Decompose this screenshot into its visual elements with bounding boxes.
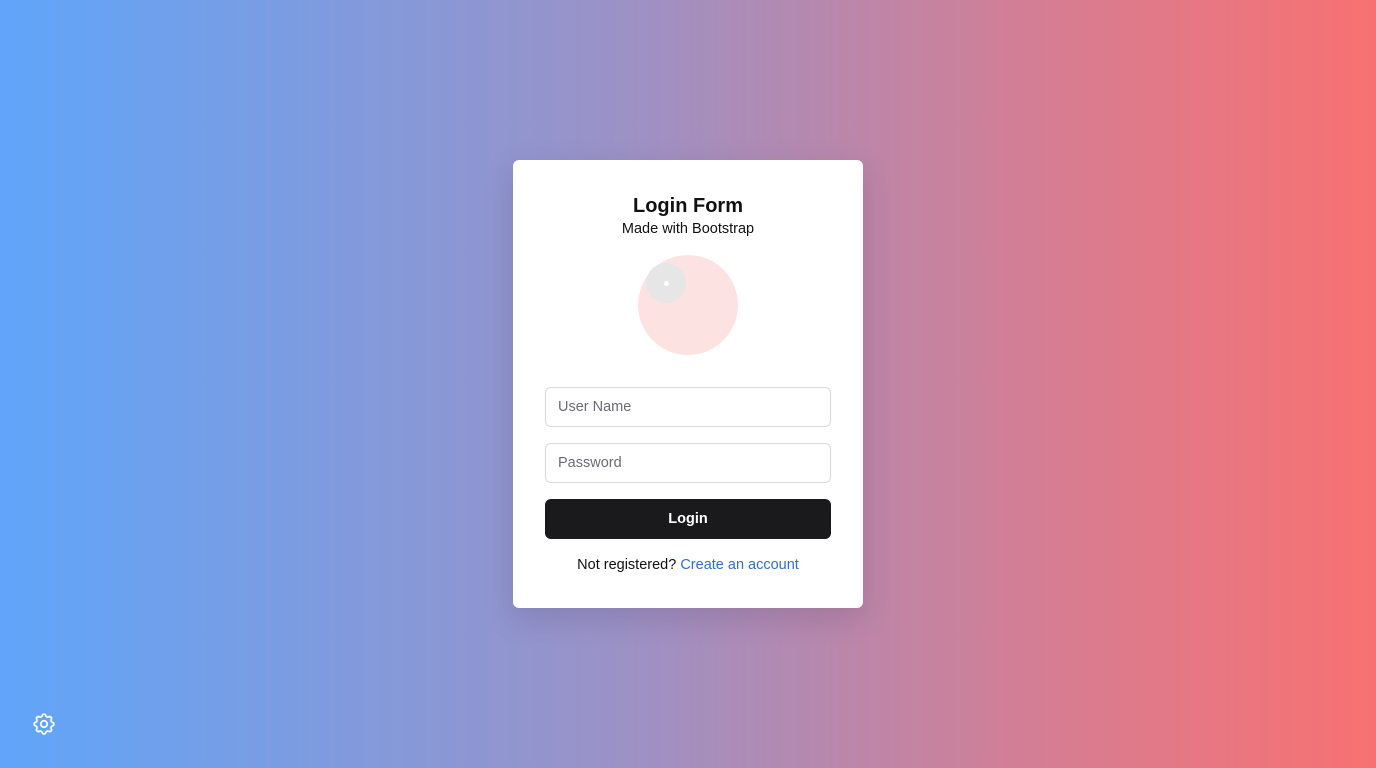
create-account-link[interactable]: Create an account	[680, 557, 799, 573]
username-input[interactable]	[545, 387, 831, 427]
login-button[interactable]: Login	[545, 499, 831, 539]
form-subtitle: Made with Bootstrap	[621, 221, 755, 237]
gear-icon	[33, 713, 55, 735]
register-prompt: Not registered?	[577, 557, 677, 573]
settings-button[interactable]	[31, 711, 57, 737]
avatar	[638, 255, 738, 355]
form-title: Login Form	[633, 195, 743, 217]
register-row: Not registered? Create an account	[545, 557, 831, 573]
login-card: Login Form Made with Bootstrap Login Not…	[513, 160, 863, 608]
avatar-icon	[646, 263, 686, 303]
password-input[interactable]	[545, 443, 831, 483]
